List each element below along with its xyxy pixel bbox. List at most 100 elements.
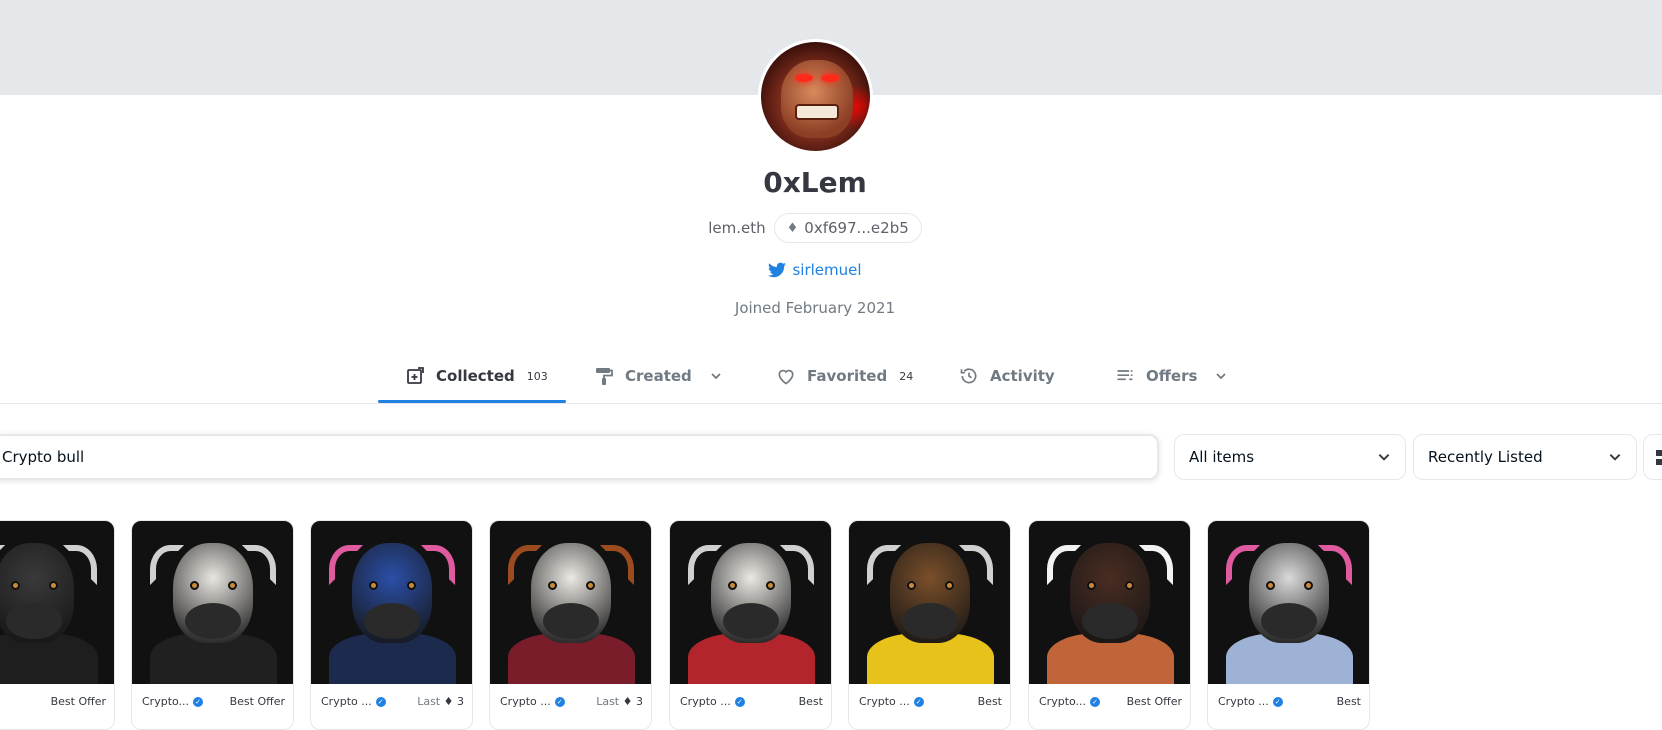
verified-icon: ✓ [375,696,386,707]
search-field[interactable] [0,434,1159,480]
collection-name[interactable]: Crypto ... ✓ [859,695,924,708]
nft-snout [6,603,62,639]
collection-label: Crypto ... [1218,695,1269,708]
items-filter-value: All items [1189,448,1255,466]
collection-label: Crypto... [142,695,190,708]
profile-avatar[interactable] [758,39,873,154]
active-tab-indicator [378,400,566,403]
tab-favorited[interactable]: Favorited 24 [775,348,913,404]
collection-label: Crypto ... [680,695,731,708]
collection-name[interactable]: Crypto ... ✓ [1218,695,1283,708]
tab-offers[interactable]: Offers [1114,348,1227,404]
history-icon [958,365,980,387]
grid-view-toggle[interactable] [1643,434,1662,480]
tab-label: Favorited [807,367,888,385]
tab-created[interactable]: Created [593,348,722,404]
nft-image [311,521,472,684]
nft-snout [364,603,420,639]
price-value: Best [977,695,1002,708]
nft-eye [228,581,237,590]
collection-name[interactable]: Crypto ... ✓ [680,695,745,708]
collection-name[interactable]: Crypto... ✓ [142,695,204,708]
avatar-eye [795,74,813,82]
nft-image [670,521,831,684]
nft-eye [548,581,557,590]
nft-card[interactable]: Crypto... ✓ Best Offer [1028,520,1191,730]
ethereum-icon: ♦ [622,695,633,708]
tab-activity[interactable]: Activity [958,348,1055,404]
sort-select[interactable]: Recently Listed [1413,434,1637,480]
verified-icon: ✓ [734,696,745,707]
nft-eye [945,581,954,590]
collected-icon [404,365,426,387]
ethereum-icon: ♦ [443,695,454,708]
nft-image [1029,521,1190,684]
nft-snout [723,603,779,639]
verified-icon: ✓ [1090,696,1101,707]
profile-name: 0xLem [763,166,867,199]
nft-eye [1266,581,1275,590]
verified-icon: ✓ [913,696,924,707]
nft-meta: Crypto... ✓ Best Offer [1029,685,1190,729]
verified-icon: ✓ [554,696,565,707]
nft-image [132,521,293,684]
collection-label: Crypto... [1039,695,1087,708]
twitter-handle: sirlemuel [792,261,862,279]
wallet-address-button[interactable]: ♦ 0xf697...e2b5 [773,213,922,243]
search-input[interactable] [2,448,1157,466]
price-label: Last [417,695,441,708]
price-value: Best Offer [229,695,285,708]
ethereum-icon: ♦ [786,220,799,236]
list-icon [1114,365,1136,387]
price-info: Last ♦ 3 [596,695,643,708]
price-value: 3 [457,695,464,708]
nft-meta: Crypto ... ✓ Best [670,685,831,729]
nft-meta: Crypto ... ✓ Last ♦ 3 [311,685,472,729]
paint-roller-icon [593,365,615,387]
nft-card[interactable]: Crypto ... ✓ Last ♦ 3 [310,520,473,730]
collection-name[interactable]: Crypto ... ✓ [321,695,386,708]
chevron-down-icon [1378,454,1390,461]
nft-image [849,521,1010,684]
address-row: lem.eth ♦ 0xf697...e2b5 [0,213,1630,243]
collection-name[interactable]: Crypto... ✓ [1039,695,1101,708]
tab-label: Created [625,367,692,385]
nft-eye [728,581,737,590]
nft-snout [1261,603,1317,639]
price-value: Best [798,695,823,708]
price-info: Best Offer [1127,695,1182,708]
collection-name[interactable]: Crypto ... ✓ [500,695,565,708]
nft-eye [907,581,916,590]
nft-card[interactable]: Crypto ... ✓ Best [1207,520,1370,730]
collection-label: Crypto ... [500,695,551,708]
items-filter-select[interactable]: All items [1174,434,1406,480]
tab-label: Offers [1146,367,1198,385]
price-info: Best [1337,695,1361,708]
nft-eye [190,581,199,590]
tab-collected[interactable]: Collected 103 [404,348,548,404]
price-info: Best [978,695,1002,708]
heart-icon [775,365,797,387]
nft-meta: Crypto... ✓ Best Offer [132,685,293,729]
twitter-link[interactable]: sirlemuel [0,261,1630,279]
nft-card[interactable]: Crypto... ✓ Best Offer [131,520,294,730]
price-value: Best [1336,695,1361,708]
nft-eye [1087,581,1096,590]
nft-image [1208,521,1369,684]
nft-snout [543,603,599,639]
chevron-down-icon [1609,454,1621,461]
nft-card[interactable]: ... ✓ Best Offer [0,520,115,730]
nft-card[interactable]: Crypto ... ✓ Best [669,520,832,730]
price-value: Best Offer [1126,695,1182,708]
nft-meta: Crypto ... ✓ Last ♦ 3 [490,685,651,729]
price-info: Last ♦ 3 [417,695,464,708]
avatar-mouth [795,104,839,120]
nft-eye [11,581,20,590]
nft-image [490,521,651,684]
nft-eye [1304,581,1313,590]
tab-count: 103 [526,369,548,383]
nft-card[interactable]: Crypto ... ✓ Best [848,520,1011,730]
price-value: 3 [636,695,643,708]
price-info: Best Offer [51,695,106,708]
nft-card[interactable]: Crypto ... ✓ Last ♦ 3 [489,520,652,730]
